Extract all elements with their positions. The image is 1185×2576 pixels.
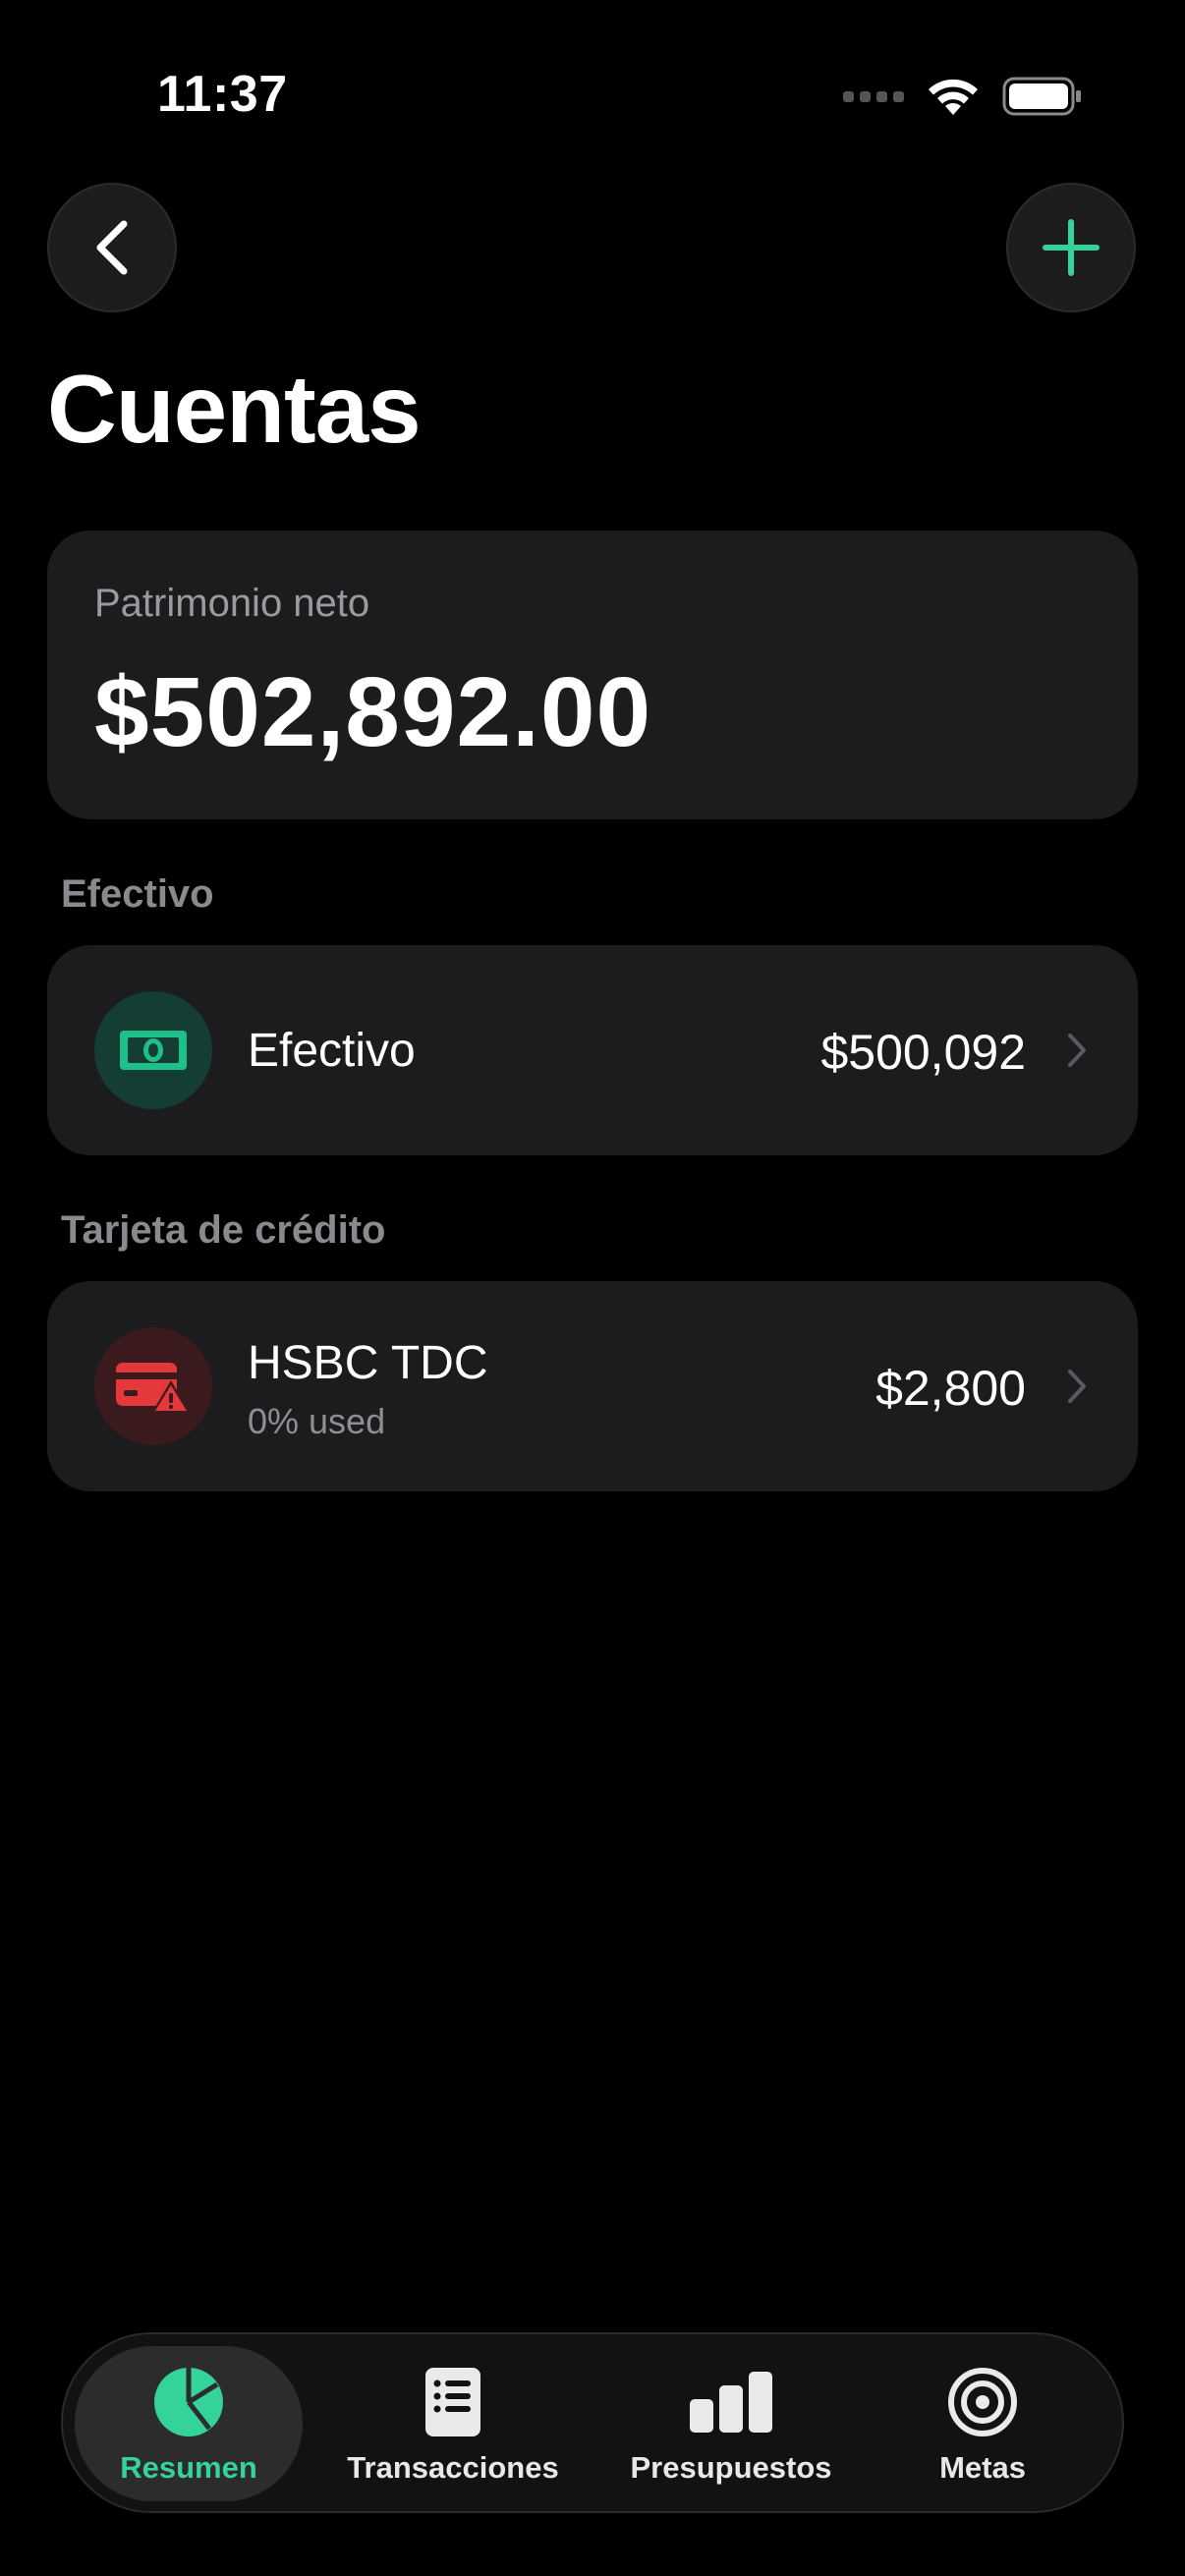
accounts-screen: 11:37 Cuentas Patrimonio neto $502,892.0… bbox=[0, 0, 1185, 2576]
net-worth-card: Patrimonio neto $502,892.00 bbox=[47, 531, 1138, 819]
tab-label: Transacciones bbox=[347, 2450, 559, 2485]
section-title-credit: Tarjeta de crédito bbox=[61, 1208, 386, 1252]
tab-metas[interactable]: Metas bbox=[904, 2346, 1061, 2501]
back-button[interactable] bbox=[47, 183, 177, 312]
account-icon-cash bbox=[94, 991, 212, 1109]
tab-presupuestos[interactable]: Presupuestos bbox=[613, 2346, 849, 2501]
bar-chart-icon bbox=[688, 2364, 774, 2440]
tab-label: Resumen bbox=[120, 2450, 257, 2485]
tab-bar: Resumen Transacciones Presupuestos Metas bbox=[61, 2332, 1124, 2513]
plus-icon bbox=[1043, 219, 1100, 276]
chevron-left-icon bbox=[96, 220, 128, 275]
add-account-button[interactable] bbox=[1006, 183, 1136, 312]
credit-card-warning-icon bbox=[116, 1363, 191, 1414]
banknote-icon bbox=[120, 1031, 187, 1070]
section-title-cash: Efectivo bbox=[61, 872, 214, 916]
chevron-right-icon bbox=[1068, 1034, 1086, 1067]
wifi-icon bbox=[929, 79, 978, 115]
tab-transacciones[interactable]: Transacciones bbox=[330, 2346, 576, 2501]
battery-icon bbox=[1002, 77, 1081, 116]
cellular-signal-icon bbox=[843, 90, 904, 102]
account-amount: $2,800 bbox=[875, 1361, 1026, 1416]
page-title: Cuentas bbox=[47, 355, 422, 463]
account-name: HSBC TDC bbox=[248, 1337, 488, 1389]
account-row-cash[interactable]: Efectivo $500,092 bbox=[47, 945, 1138, 1155]
account-name: Efectivo bbox=[248, 1025, 416, 1077]
list-icon bbox=[423, 2364, 482, 2440]
account-row-credit-card[interactable]: HSBC TDC 0% used $2,800 bbox=[47, 1281, 1138, 1491]
target-icon bbox=[947, 2364, 1018, 2440]
status-indicators bbox=[843, 73, 1083, 120]
chevron-right-icon bbox=[1068, 1370, 1086, 1403]
net-worth-label: Patrimonio neto bbox=[94, 582, 370, 625]
net-worth-value: $502,892.00 bbox=[94, 657, 652, 767]
tab-label: Metas bbox=[939, 2450, 1026, 2485]
pie-chart-icon bbox=[152, 2364, 225, 2440]
tab-resumen[interactable]: Resumen bbox=[75, 2346, 303, 2501]
account-amount: $500,092 bbox=[820, 1025, 1026, 1080]
account-usage: 0% used bbox=[248, 1401, 386, 1441]
account-icon-credit bbox=[94, 1327, 212, 1445]
status-time: 11:37 bbox=[157, 66, 288, 123]
tab-label: Presupuestos bbox=[630, 2450, 832, 2485]
